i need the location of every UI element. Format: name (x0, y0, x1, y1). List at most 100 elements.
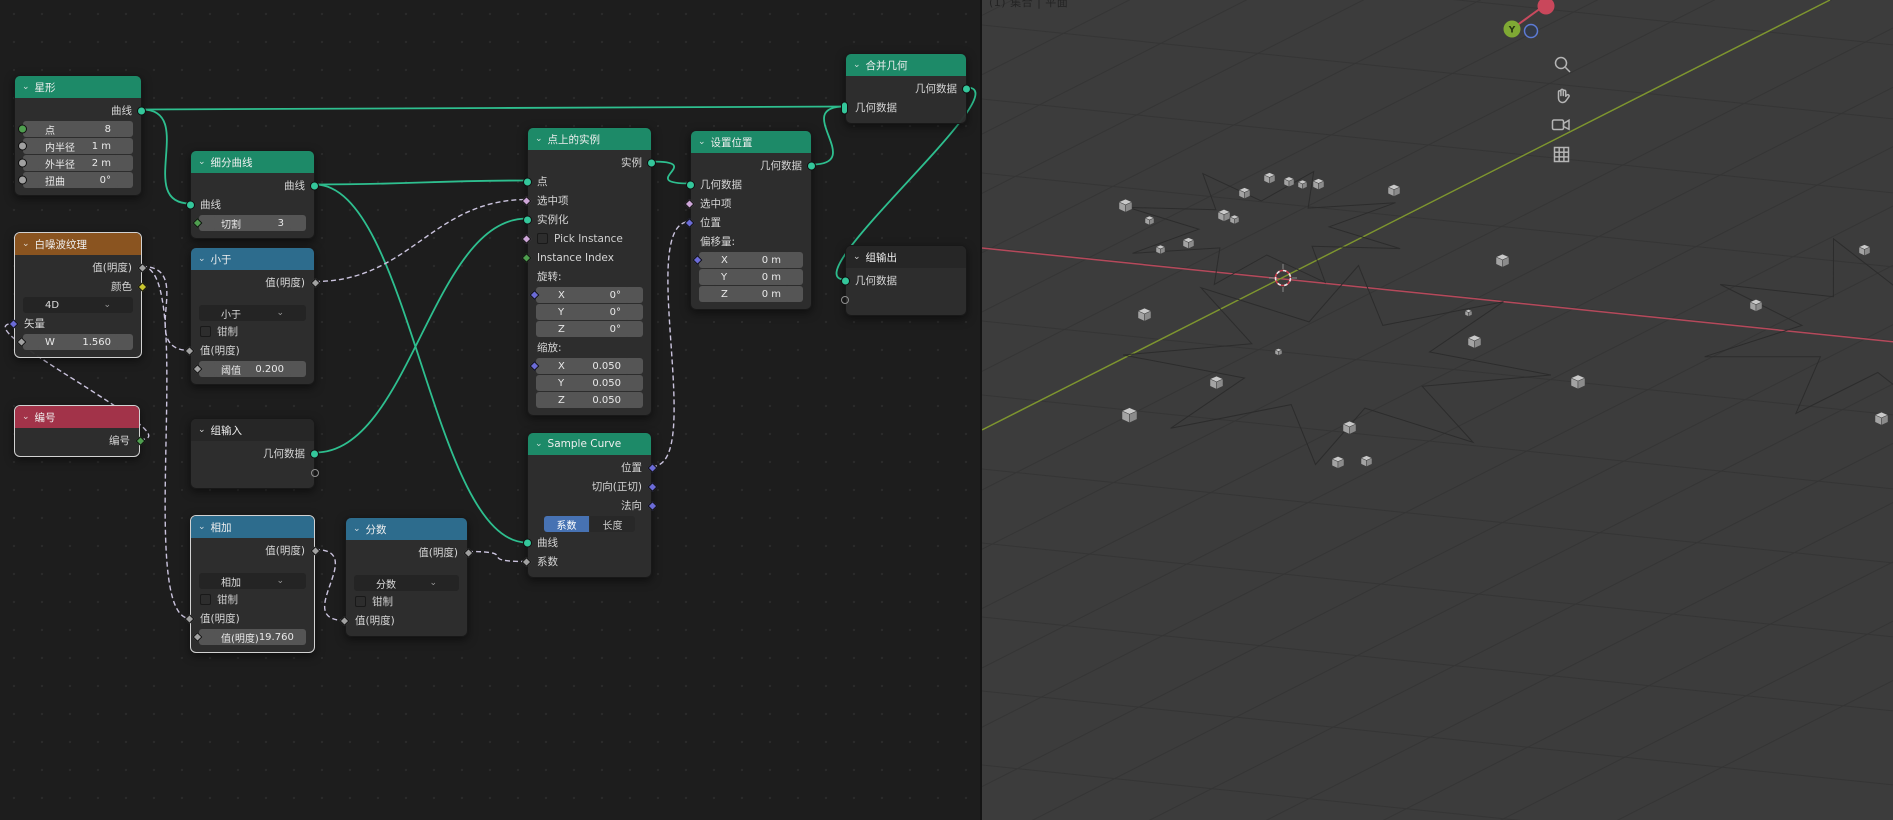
socket-系数[interactable] (521, 556, 532, 567)
socket-位置[interactable] (647, 462, 658, 473)
checkbox[interactable] (200, 326, 211, 337)
navigation-gizmo[interactable]: Y (1503, 0, 1555, 39)
node-header-index[interactable]: ⌄ 编号 (15, 406, 139, 428)
socket-扭曲[interactable] (18, 175, 27, 185)
checkbox[interactable] (200, 594, 211, 605)
socket-选中项[interactable] (684, 198, 695, 209)
socket-X[interactable] (529, 290, 540, 300)
value-field[interactable]: Z 0.050 (551, 392, 628, 408)
socket-几何数据[interactable] (686, 180, 695, 189)
value-field[interactable]: 外半径 2 m (38, 155, 118, 171)
socket-值(明度)[interactable] (184, 345, 195, 356)
value-field[interactable]: 扭曲 0° (38, 172, 118, 188)
socket-切向(正切)[interactable] (647, 481, 658, 492)
node-setpos[interactable]: ⌄ 设置位置 几何数据 几何数据 选中项 位置 偏移量: X 0 mY0 mZ0 m (684, 130, 816, 310)
collapse-chevron-icon[interactable]: ⌄ (535, 134, 543, 144)
3d-viewport[interactable]: Y (1) 集合 | 平面 (980, 0, 1893, 820)
dropdown[interactable]: 4D ⌄ (38, 297, 118, 313)
socket-值(明度)[interactable] (310, 277, 321, 288)
collapse-chevron-icon[interactable]: ⌄ (198, 157, 206, 167)
socket-曲线[interactable] (310, 181, 319, 190)
socket-W[interactable] (16, 337, 27, 347)
node-index[interactable]: ⌄ 编号 编号 (14, 405, 146, 457)
socket-阈值[interactable] (192, 364, 203, 374)
collapse-chevron-icon[interactable]: ⌄ (353, 524, 361, 534)
segment-button[interactable]: 系数 (544, 516, 589, 532)
node-add[interactable]: ⌄ 相加 值(明度) 相加 ⌄ 钳制 值(明度) 值(明度) 19.760 (184, 515, 321, 653)
socket-virtual[interactable] (841, 295, 849, 304)
socket-点[interactable] (523, 177, 532, 186)
socket-内半径[interactable] (18, 141, 27, 151)
collapse-chevron-icon[interactable]: ⌄ (198, 254, 206, 264)
segment-button[interactable]: 长度 (590, 516, 635, 532)
value-field[interactable]: W 1.560 (38, 334, 118, 350)
socket-曲线[interactable] (137, 106, 146, 115)
socket-X[interactable] (529, 361, 540, 371)
collapse-chevron-icon[interactable]: ⌄ (22, 239, 30, 249)
value-field[interactable]: Z 0° (551, 321, 628, 337)
socket-点[interactable] (18, 124, 27, 134)
camera-icon[interactable] (1551, 118, 1570, 131)
socket-值(明度)[interactable] (137, 262, 148, 273)
node-header-fraction[interactable]: ⌄ 分数 (346, 518, 467, 540)
value-field[interactable]: Z 0 m (714, 286, 788, 302)
socket-Pick Instance[interactable] (521, 233, 532, 244)
gizmo-x-axis-ball[interactable] (1537, 0, 1555, 15)
node-header-join[interactable]: ⌄ 合并几何 (846, 54, 966, 76)
value-field[interactable]: 阈值 0.200 (214, 361, 291, 377)
checkbox[interactable] (537, 233, 548, 244)
socket-virtual[interactable] (311, 468, 319, 477)
gizmo-z-axis-ball[interactable] (1523, 23, 1539, 39)
socket-几何数据[interactable] (807, 161, 816, 170)
collapse-chevron-icon[interactable]: ⌄ (198, 522, 206, 532)
socket-选中项[interactable] (521, 195, 532, 206)
zoom-icon[interactable] (1554, 56, 1571, 73)
socket-值(明度)[interactable] (339, 615, 350, 626)
value-field[interactable]: 点8 (38, 121, 118, 137)
socket-切割[interactable] (192, 218, 203, 228)
collapse-chevron-icon[interactable]: ⌄ (22, 412, 30, 422)
node-header-sample[interactable]: ⌄ Sample Curve (528, 433, 651, 455)
socket-几何数据[interactable] (962, 84, 971, 93)
socket-实例[interactable] (647, 158, 656, 167)
socket-曲线[interactable] (186, 200, 195, 209)
node-instance[interactable]: ⌄ 点上的实例 实例点选中项 实例化 Pick Instance Instance Ind… (521, 127, 656, 416)
socket-矢量[interactable] (8, 318, 19, 329)
node-header-add[interactable]: ⌄ 相加 (191, 516, 314, 538)
socket-Instance Index[interactable] (521, 252, 532, 263)
socket-几何数据[interactable] (310, 449, 319, 458)
node-sample[interactable]: ⌄ Sample Curve 位置 切向(正切) 法向 系数 长度 曲线 系数 (521, 432, 658, 578)
socket-曲线[interactable] (523, 538, 532, 547)
pan-hand-icon[interactable] (1557, 88, 1570, 104)
checkbox[interactable] (355, 596, 366, 607)
node-header-star[interactable]: ⌄ 星形 (15, 76, 141, 98)
node-star[interactable]: ⌄ 星形 曲线点 8 内半径 1 m 外半径 2 m 扭曲 0° (14, 75, 146, 196)
dropdown[interactable]: 相加 ⌄ (214, 573, 291, 589)
node-header-groupout[interactable]: ⌄ 组输出 (846, 246, 966, 268)
node-header-instance[interactable]: ⌄ 点上的实例 (528, 128, 651, 150)
node-header-groupin[interactable]: ⌄ 组输入 (191, 419, 314, 441)
value-field[interactable]: X 0.050 (551, 358, 628, 374)
collapse-chevron-icon[interactable]: ⌄ (853, 60, 861, 70)
node-less[interactable]: ⌄ 小于 值(明度) 小于 ⌄ 钳制 值(明度) 阈值 0.200 (184, 247, 321, 385)
socket-几何数据[interactable] (841, 276, 850, 285)
collapse-chevron-icon[interactable]: ⌄ (535, 439, 543, 449)
node-header-subdiv[interactable]: ⌄ 细分曲线 (191, 151, 314, 173)
node-fraction[interactable]: ⌄ 分数 值(明度) 分数 ⌄ 钳制 值(明度) (339, 517, 474, 637)
socket-实例化[interactable] (523, 215, 532, 224)
value-field[interactable]: X 0 m (714, 252, 788, 268)
orthographic-grid-icon[interactable] (1553, 146, 1570, 163)
value-field[interactable]: X 0° (551, 287, 628, 303)
collapse-chevron-icon[interactable]: ⌄ (198, 425, 206, 435)
collapse-chevron-icon[interactable]: ⌄ (22, 82, 30, 92)
collapse-chevron-icon[interactable]: ⌄ (853, 252, 861, 262)
node-header-noise[interactable]: ⌄ 白噪波纹理 (15, 233, 141, 255)
node-noise[interactable]: ⌄ 白噪波纹理 值(明度) 颜色 4D ⌄ 矢量 W 1.560 (8, 232, 148, 358)
socket-X[interactable] (692, 255, 703, 265)
node-subdiv[interactable]: ⌄ 细分曲线 曲线 曲线 切割 3 (186, 150, 319, 239)
socket-法向[interactable] (647, 500, 658, 511)
dropdown[interactable]: 分数 ⌄ (369, 575, 444, 591)
node-groupout[interactable]: ⌄ 组输出 几何数据 (841, 245, 967, 316)
value-field[interactable]: Y 0 m (714, 269, 788, 285)
value-field[interactable]: Y 0° (551, 304, 628, 320)
